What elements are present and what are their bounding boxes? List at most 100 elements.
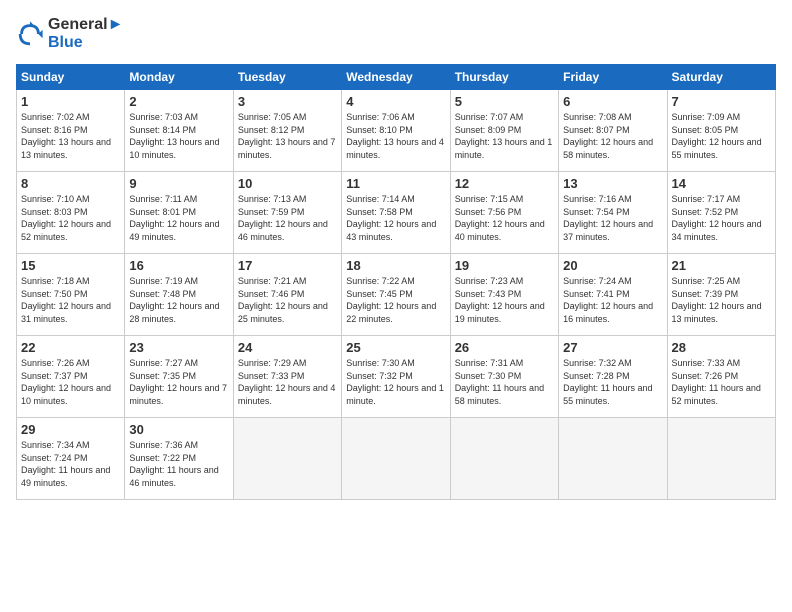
day-info: Sunrise: 7:15 AMSunset: 7:56 PMDaylight:… xyxy=(455,193,554,243)
day-info: Sunrise: 7:09 AMSunset: 8:05 PMDaylight:… xyxy=(672,111,771,161)
weekday-header: Wednesday xyxy=(342,65,450,90)
day-info: Sunrise: 7:30 AMSunset: 7:32 PMDaylight:… xyxy=(346,357,445,407)
calendar-cell: 7 Sunrise: 7:09 AMSunset: 8:05 PMDaylight… xyxy=(667,90,775,172)
calendar-cell xyxy=(450,418,558,500)
day-info: Sunrise: 7:24 AMSunset: 7:41 PMDaylight:… xyxy=(563,275,662,325)
calendar-table: SundayMondayTuesdayWednesdayThursdayFrid… xyxy=(16,64,776,500)
calendar-cell: 24 Sunrise: 7:29 AMSunset: 7:33 PMDayligh… xyxy=(233,336,341,418)
day-info: Sunrise: 7:16 AMSunset: 7:54 PMDaylight:… xyxy=(563,193,662,243)
day-info: Sunrise: 7:03 AMSunset: 8:14 PMDaylight:… xyxy=(129,111,228,161)
weekday-header: Saturday xyxy=(667,65,775,90)
calendar-cell xyxy=(342,418,450,500)
calendar-cell: 1 Sunrise: 7:02 AMSunset: 8:16 PMDaylight… xyxy=(17,90,125,172)
weekday-header: Monday xyxy=(125,65,233,90)
day-info: Sunrise: 7:17 AMSunset: 7:52 PMDaylight:… xyxy=(672,193,771,243)
header: General► Blue xyxy=(16,16,776,52)
calendar-cell: 5 Sunrise: 7:07 AMSunset: 8:09 PMDaylight… xyxy=(450,90,558,172)
day-number: 9 xyxy=(129,176,228,191)
calendar-cell: 9 Sunrise: 7:11 AMSunset: 8:01 PMDaylight… xyxy=(125,172,233,254)
day-number: 20 xyxy=(563,258,662,273)
calendar-cell: 29 Sunrise: 7:34 AMSunset: 7:24 PMDayligh… xyxy=(17,418,125,500)
calendar-cell: 18 Sunrise: 7:22 AMSunset: 7:45 PMDayligh… xyxy=(342,254,450,336)
day-number: 25 xyxy=(346,340,445,355)
calendar-cell xyxy=(559,418,667,500)
day-number: 1 xyxy=(21,94,120,109)
day-number: 5 xyxy=(455,94,554,109)
calendar-cell: 2 Sunrise: 7:03 AMSunset: 8:14 PMDaylight… xyxy=(125,90,233,172)
calendar-cell: 11 Sunrise: 7:14 AMSunset: 7:58 PMDayligh… xyxy=(342,172,450,254)
day-info: Sunrise: 7:25 AMSunset: 7:39 PMDaylight:… xyxy=(672,275,771,325)
day-info: Sunrise: 7:10 AMSunset: 8:03 PMDaylight:… xyxy=(21,193,120,243)
day-number: 21 xyxy=(672,258,771,273)
calendar-cell: 26Sunrise: 7:31 AMSunset: 7:30 PMDayligh… xyxy=(450,336,558,418)
day-info: Sunrise: 7:13 AMSunset: 7:59 PMDaylight:… xyxy=(238,193,337,243)
day-number: 28 xyxy=(672,340,771,355)
weekday-header: Sunday xyxy=(17,65,125,90)
calendar-cell: 19 Sunrise: 7:23 AMSunset: 7:43 PMDayligh… xyxy=(450,254,558,336)
day-number: 23 xyxy=(129,340,228,355)
calendar-cell: 30 Sunrise: 7:36 AMSunset: 7:22 PMDayligh… xyxy=(125,418,233,500)
day-number: 4 xyxy=(346,94,445,109)
calendar-cell: 13 Sunrise: 7:16 AMSunset: 7:54 PMDayligh… xyxy=(559,172,667,254)
calendar-cell: 20 Sunrise: 7:24 AMSunset: 7:41 PMDayligh… xyxy=(559,254,667,336)
weekday-header: Friday xyxy=(559,65,667,90)
calendar-cell: 15 Sunrise: 7:18 AMSunset: 7:50 PMDayligh… xyxy=(17,254,125,336)
day-number: 13 xyxy=(563,176,662,191)
day-info: Sunrise: 7:02 AMSunset: 8:16 PMDaylight:… xyxy=(21,111,120,161)
day-info: Sunrise: 7:08 AMSunset: 8:07 PMDaylight:… xyxy=(563,111,662,161)
calendar-cell xyxy=(233,418,341,500)
day-number: 2 xyxy=(129,94,228,109)
calendar-cell xyxy=(667,418,775,500)
calendar-cell: 14 Sunrise: 7:17 AMSunset: 7:52 PMDayligh… xyxy=(667,172,775,254)
weekday-header: Tuesday xyxy=(233,65,341,90)
day-info: Sunrise: 7:33 AMSunset: 7:26 PMDaylight:… xyxy=(672,357,771,407)
calendar-cell: 10 Sunrise: 7:13 AMSunset: 7:59 PMDayligh… xyxy=(233,172,341,254)
day-number: 6 xyxy=(563,94,662,109)
day-number: 17 xyxy=(238,258,337,273)
day-info: Sunrise: 7:36 AMSunset: 7:22 PMDaylight:… xyxy=(129,439,228,489)
calendar-cell: 8 Sunrise: 7:10 AMSunset: 8:03 PMDaylight… xyxy=(17,172,125,254)
day-number: 3 xyxy=(238,94,337,109)
day-info: Sunrise: 7:27 AMSunset: 7:35 PMDaylight:… xyxy=(129,357,228,407)
day-number: 22 xyxy=(21,340,120,355)
logo: General► Blue xyxy=(16,16,123,52)
calendar-cell: 17 Sunrise: 7:21 AMSunset: 7:46 PMDayligh… xyxy=(233,254,341,336)
day-number: 10 xyxy=(238,176,337,191)
day-number: 16 xyxy=(129,258,228,273)
calendar-cell: 21 Sunrise: 7:25 AMSunset: 7:39 PMDayligh… xyxy=(667,254,775,336)
calendar-cell: 27Sunrise: 7:32 AMSunset: 7:28 PMDayligh… xyxy=(559,336,667,418)
day-info: Sunrise: 7:29 AMSunset: 7:33 PMDaylight:… xyxy=(238,357,337,407)
day-number: 24 xyxy=(238,340,337,355)
page: General► Blue SundayMondayTuesdayWednesd… xyxy=(0,0,792,612)
day-info: Sunrise: 7:18 AMSunset: 7:50 PMDaylight:… xyxy=(21,275,120,325)
day-number: 15 xyxy=(21,258,120,273)
day-number: 8 xyxy=(21,176,120,191)
calendar-cell: 25 Sunrise: 7:30 AMSunset: 7:32 PMDayligh… xyxy=(342,336,450,418)
weekday-header: Thursday xyxy=(450,65,558,90)
calendar-week-row: 22 Sunrise: 7:26 AMSunset: 7:37 PMDayligh… xyxy=(17,336,776,418)
calendar-cell: 16Sunrise: 7:19 AMSunset: 7:48 PMDayligh… xyxy=(125,254,233,336)
day-info: Sunrise: 7:14 AMSunset: 7:58 PMDaylight:… xyxy=(346,193,445,243)
calendar-cell: 22 Sunrise: 7:26 AMSunset: 7:37 PMDayligh… xyxy=(17,336,125,418)
logo-text: General► Blue xyxy=(48,16,123,52)
day-number: 30 xyxy=(129,422,228,437)
day-number: 26 xyxy=(455,340,554,355)
logo-icon xyxy=(16,20,44,48)
day-number: 29 xyxy=(21,422,120,437)
calendar-cell: 6 Sunrise: 7:08 AMSunset: 8:07 PMDaylight… xyxy=(559,90,667,172)
calendar-cell: 4Sunrise: 7:06 AMSunset: 8:10 PMDaylight… xyxy=(342,90,450,172)
day-info: Sunrise: 7:11 AMSunset: 8:01 PMDaylight:… xyxy=(129,193,228,243)
day-number: 7 xyxy=(672,94,771,109)
day-info: Sunrise: 7:07 AMSunset: 8:09 PMDaylight:… xyxy=(455,111,554,161)
day-info: Sunrise: 7:22 AMSunset: 7:45 PMDaylight:… xyxy=(346,275,445,325)
day-number: 11 xyxy=(346,176,445,191)
day-number: 14 xyxy=(672,176,771,191)
day-info: Sunrise: 7:23 AMSunset: 7:43 PMDaylight:… xyxy=(455,275,554,325)
day-number: 19 xyxy=(455,258,554,273)
calendar-week-row: 8 Sunrise: 7:10 AMSunset: 8:03 PMDaylight… xyxy=(17,172,776,254)
day-info: Sunrise: 7:21 AMSunset: 7:46 PMDaylight:… xyxy=(238,275,337,325)
day-number: 18 xyxy=(346,258,445,273)
calendar-cell: 28 Sunrise: 7:33 AMSunset: 7:26 PMDayligh… xyxy=(667,336,775,418)
day-info: Sunrise: 7:34 AMSunset: 7:24 PMDaylight:… xyxy=(21,439,120,489)
day-info: Sunrise: 7:26 AMSunset: 7:37 PMDaylight:… xyxy=(21,357,120,407)
